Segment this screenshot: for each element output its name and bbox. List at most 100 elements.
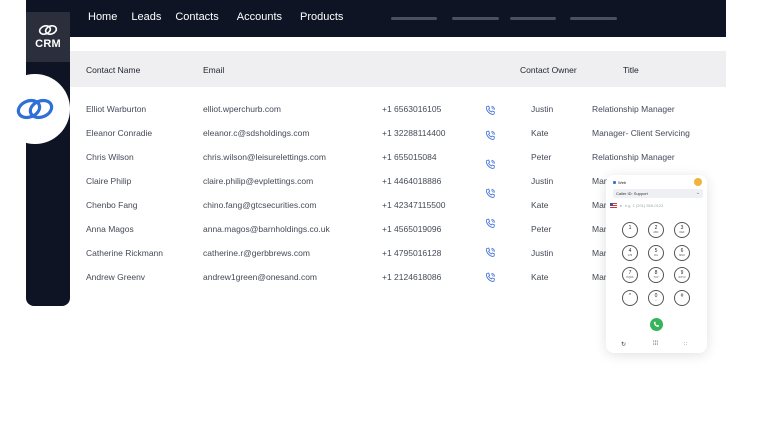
contact-owner: Kate bbox=[531, 200, 549, 210]
dialpad-key-3[interactable]: 3 DEF bbox=[674, 222, 690, 238]
contact-name[interactable]: Claire Philip bbox=[86, 176, 131, 186]
contact-email[interactable]: catherine.r@gerbbrews.com bbox=[203, 248, 310, 258]
header-contact-name[interactable]: Contact Name bbox=[86, 65, 140, 75]
phone-icon bbox=[653, 321, 660, 328]
contact-owner: Kate bbox=[531, 128, 549, 138]
key-letters: GHI bbox=[627, 254, 633, 257]
key-digit: # bbox=[680, 293, 684, 299]
header-title[interactable]: Title bbox=[623, 65, 639, 75]
table-row[interactable]: Andrew Greenv andrew1green@onesand.com +… bbox=[70, 272, 609, 286]
contact-owner: Peter bbox=[531, 224, 552, 234]
header-contact-owner[interactable]: Contact Owner bbox=[520, 65, 577, 75]
table-row[interactable]: Chenbo Fang chino.fang@gtcsecurities.com… bbox=[70, 200, 609, 214]
nav-placeholder-bar bbox=[510, 17, 556, 20]
avatar[interactable] bbox=[694, 178, 702, 186]
contact-name[interactable]: Chenbo Fang bbox=[86, 200, 138, 210]
table-row[interactable]: Catherine Rickmann catherine.r@gerbbrews… bbox=[70, 248, 609, 262]
table-row[interactable]: Elliot Warburton elliot.wperchurb.com +1… bbox=[70, 104, 675, 118]
phone-call-icon[interactable] bbox=[485, 130, 496, 141]
table-row[interactable]: Chris Wilson chris.wilson@leisureletting… bbox=[70, 152, 675, 166]
table-row[interactable]: Claire Philip claire.philip@evplettings.… bbox=[70, 176, 609, 190]
nav-home[interactable]: Home bbox=[88, 11, 117, 23]
contact-phone[interactable]: +1 4795016128 bbox=[382, 248, 441, 258]
nav-placeholder-bar bbox=[452, 17, 499, 20]
contact-owner: Justin bbox=[531, 176, 554, 186]
call-button[interactable] bbox=[650, 318, 663, 331]
dialpad-key-8[interactable]: 8 TUV bbox=[648, 267, 664, 283]
dialer-footer: ↻ ⁞⁞⁞ ∷ bbox=[606, 338, 707, 353]
header-email[interactable]: Email bbox=[203, 65, 224, 75]
crm-logo-small-icon bbox=[38, 24, 58, 36]
phone-call-icon[interactable] bbox=[485, 159, 496, 170]
phone-call-icon[interactable] bbox=[485, 218, 496, 229]
nav-accounts[interactable]: Accounts bbox=[237, 11, 282, 23]
contact-name[interactable]: Andrew Greenv bbox=[86, 272, 145, 282]
crm-label: CRM bbox=[35, 38, 61, 50]
contact-email[interactable]: anna.magos@barnholdings.co.uk bbox=[203, 224, 330, 234]
nav-leads[interactable]: Leads bbox=[131, 11, 161, 23]
key-letters: TUV bbox=[653, 276, 659, 279]
key-letters: + bbox=[655, 299, 657, 302]
history-icon[interactable]: ↻ bbox=[621, 341, 626, 348]
contact-name[interactable]: Elliot Warburton bbox=[86, 104, 146, 114]
nav-placeholder-bar bbox=[570, 17, 617, 20]
contact-email[interactable]: elliot.wperchurb.com bbox=[203, 104, 281, 114]
key-letters: ABC bbox=[653, 231, 659, 234]
contact-title: Relationship Manager bbox=[592, 104, 675, 114]
contact-email[interactable]: eleanor.c@sdsholdings.com bbox=[203, 128, 309, 138]
contact-name[interactable]: Anna Magos bbox=[86, 224, 134, 234]
phone-call-icon[interactable] bbox=[485, 188, 496, 199]
phone-call-icon[interactable] bbox=[485, 272, 496, 283]
dialpad-key-4[interactable]: 4 GHI bbox=[622, 245, 638, 261]
caller-id-select[interactable]: Caller ID: Support ⌄ bbox=[613, 189, 703, 198]
phone-number-input[interactable]: ▾ e.g. 1 (201) 555-0123 bbox=[610, 202, 700, 210]
contact-phone[interactable]: +1 4565019096 bbox=[382, 224, 441, 234]
key-letters: WXYZ bbox=[678, 276, 686, 279]
key-letters: MNO bbox=[679, 254, 685, 257]
dialer-brand: Web bbox=[613, 180, 626, 185]
nav-products[interactable]: Products bbox=[300, 11, 343, 23]
phone-call-icon[interactable] bbox=[485, 247, 496, 258]
contact-owner: Kate bbox=[531, 272, 549, 282]
dialpad-icon[interactable]: ⁞⁞⁞ bbox=[653, 341, 658, 347]
dialpad-key-5[interactable]: 5 JKL bbox=[648, 245, 664, 261]
contact-email[interactable]: claire.philip@evplettings.com bbox=[203, 176, 313, 186]
caller-id-value: Caller ID: Support bbox=[616, 191, 648, 196]
table-row[interactable]: Eleanor Conradie eleanor.c@sdsholdings.c… bbox=[70, 128, 690, 142]
contact-title: Manager- Client Servicing bbox=[592, 128, 690, 138]
contact-name[interactable]: Eleanor Conradie bbox=[86, 128, 152, 138]
zoho-crm-logo-icon bbox=[16, 98, 54, 120]
key-letters: JKL bbox=[653, 254, 659, 257]
nav-menu: Home Leads Contacts Accounts Products bbox=[88, 11, 357, 23]
contact-phone[interactable]: +1 6563016105 bbox=[382, 104, 441, 114]
dialpad-key-1[interactable]: 1 bbox=[622, 222, 638, 238]
dialpad-key-9[interactable]: 9 WXYZ bbox=[674, 267, 690, 283]
contact-email[interactable]: chino.fang@gtcsecurities.com bbox=[203, 200, 317, 210]
dialpad-key-hash[interactable]: # bbox=[674, 290, 690, 306]
contact-name[interactable]: Catherine Rickmann bbox=[86, 248, 163, 258]
nav-contacts[interactable]: Contacts bbox=[175, 11, 218, 23]
key-digit: 1 bbox=[628, 225, 632, 231]
contact-phone[interactable]: +1 2124618086 bbox=[382, 272, 441, 282]
dialpad-key-6[interactable]: 6 MNO bbox=[674, 245, 690, 261]
settings-icon[interactable]: ∷ bbox=[684, 341, 687, 347]
contact-email[interactable]: andrew1green@onesand.com bbox=[203, 272, 317, 282]
contact-email[interactable]: chris.wilson@leisurelettings.com bbox=[203, 152, 326, 162]
contact-phone[interactable]: +1 4464018886 bbox=[382, 176, 441, 186]
table-row[interactable]: Anna Magos anna.magos@barnholdings.co.uk… bbox=[70, 224, 609, 238]
crm-logo-badge bbox=[0, 74, 70, 144]
chevron-down-icon: ▾ bbox=[620, 204, 622, 208]
phone-call-icon[interactable] bbox=[485, 105, 496, 116]
dialer-brand-icon bbox=[613, 181, 616, 184]
dialpad-key-7[interactable]: 7 PQRS bbox=[622, 267, 638, 283]
contact-phone[interactable]: +1 655015084 bbox=[382, 152, 437, 162]
dialpad-key-star[interactable]: * bbox=[622, 290, 638, 306]
us-flag-icon[interactable] bbox=[610, 203, 617, 209]
contact-phone[interactable]: +1 42347115500 bbox=[382, 200, 445, 210]
phone-dialer-widget: Web Caller ID: Support ⌄ ▾ e.g. 1 (201) … bbox=[606, 175, 707, 353]
contact-phone[interactable]: +1 32288114400 bbox=[382, 128, 445, 138]
dialpad-key-0[interactable]: 0 + bbox=[648, 290, 664, 306]
dialpad-key-2[interactable]: 2 ABC bbox=[648, 222, 664, 238]
contact-name[interactable]: Chris Wilson bbox=[86, 152, 134, 162]
crm-brand-block[interactable]: CRM bbox=[26, 12, 70, 62]
